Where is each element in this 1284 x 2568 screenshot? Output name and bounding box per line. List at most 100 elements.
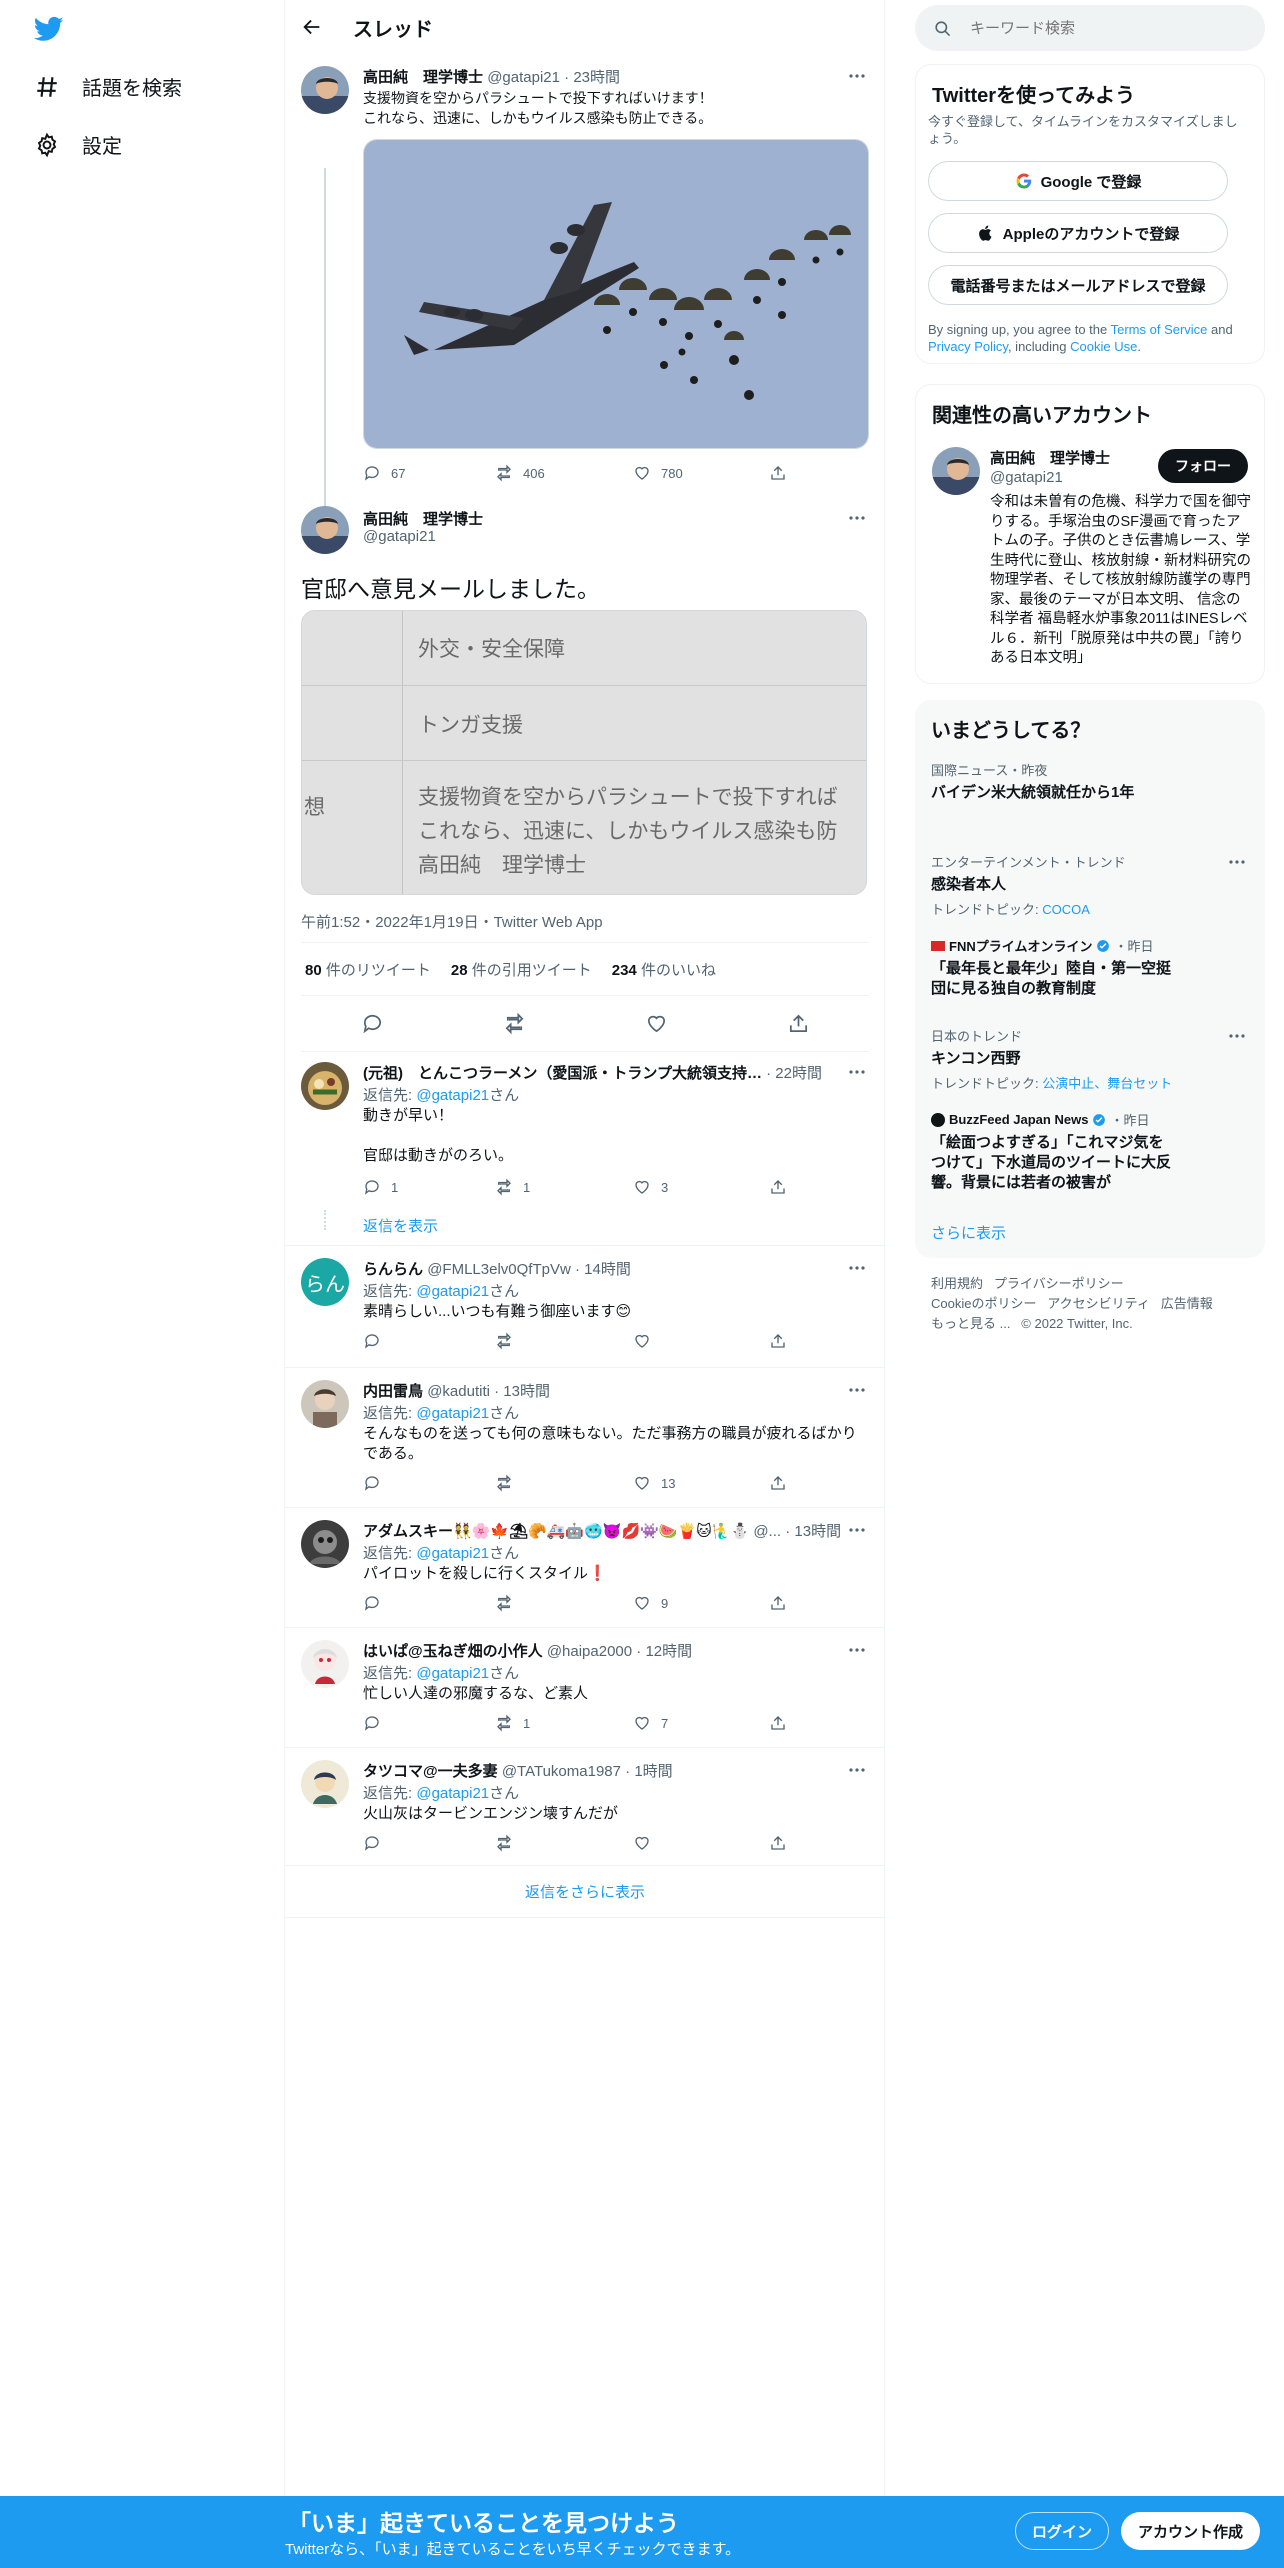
- retweet-button[interactable]: 406: [495, 464, 633, 482]
- footer-privacy-link[interactable]: プライバシーポリシー: [994, 1276, 1124, 1291]
- create-account-button[interactable]: アカウント作成: [1121, 2512, 1260, 2550]
- share-icon[interactable]: [787, 1012, 810, 1035]
- share-button[interactable]: [769, 1178, 787, 1196]
- share-button[interactable]: [769, 1594, 787, 1612]
- tweet-time[interactable]: 1時間: [634, 1763, 672, 1780]
- tweet-time[interactable]: 13時間: [503, 1383, 550, 1400]
- like-button[interactable]: 13: [633, 1474, 769, 1492]
- reply-button[interactable]: [363, 1714, 495, 1732]
- retweet-button[interactable]: [495, 1332, 633, 1350]
- more-icon[interactable]: [847, 1760, 867, 1780]
- apple-signup-button[interactable]: Appleのアカウントで登録: [928, 213, 1228, 253]
- avatar[interactable]: [301, 1760, 349, 1808]
- avatar[interactable]: [301, 1062, 349, 1110]
- author-name[interactable]: 内田雷鳥: [363, 1383, 423, 1400]
- author-handle[interactable]: @TATukoma1987: [502, 1763, 621, 1780]
- share-button[interactable]: [769, 1834, 787, 1852]
- show-more-replies-button[interactable]: 返信をさらに表示: [285, 1866, 885, 1918]
- more-icon[interactable]: [847, 1520, 867, 1540]
- google-signup-button[interactable]: Google で登録: [928, 161, 1228, 201]
- footer-more-link[interactable]: もっと見る ...: [931, 1316, 1010, 1331]
- tweet-photo-form-screenshot[interactable]: 外交・安全保障 トンガ支援 想 支援物資を空からパラシュートで投下すれば これな…: [301, 610, 867, 895]
- like-button[interactable]: 9: [633, 1594, 769, 1612]
- tweet-time[interactable]: 23時間: [573, 69, 620, 86]
- author-handle[interactable]: @...: [753, 1523, 781, 1540]
- mention-link[interactable]: @gatapi21: [416, 1283, 489, 1300]
- nav-explore[interactable]: 話題を検索: [34, 72, 182, 101]
- retweet-button[interactable]: [495, 1474, 633, 1492]
- avatar[interactable]: [301, 1640, 349, 1688]
- quote-stat[interactable]: 28 件の引用ツイート: [451, 959, 592, 980]
- like-button[interactable]: [633, 1332, 769, 1350]
- more-icon[interactable]: [847, 1062, 867, 1082]
- share-button[interactable]: [769, 1332, 787, 1350]
- reply-button[interactable]: [363, 1474, 495, 1492]
- share-button[interactable]: [769, 1714, 787, 1732]
- tweet-time[interactable]: 22時間: [775, 1065, 822, 1082]
- tweet-time[interactable]: 14時間: [584, 1261, 631, 1278]
- avatar[interactable]: [301, 1380, 349, 1428]
- author-handle[interactable]: @haipa2000: [547, 1643, 632, 1660]
- retweet-button[interactable]: 1: [495, 1714, 633, 1732]
- tweet-time[interactable]: 12時間: [645, 1643, 692, 1660]
- author-handle[interactable]: @kadutiti: [427, 1383, 490, 1400]
- like-button[interactable]: [633, 1834, 769, 1852]
- trend-item[interactable]: 日本のトレンド キンコン西野 トレンドトピック: 公演中止、舞台セット: [931, 1026, 1251, 1092]
- avatar[interactable]: [932, 447, 980, 495]
- retweet-button[interactable]: 1: [495, 1178, 633, 1196]
- reply-tweet[interactable]: タツコマ@一夫多妻 @TATukoma1987 · 1時間 返信先: @gata…: [285, 1748, 885, 1866]
- privacy-link[interactable]: Privacy Policy: [928, 339, 1008, 354]
- like-stat[interactable]: 234 件のいいね: [612, 959, 716, 980]
- mention-link[interactable]: @gatapi21: [416, 1087, 489, 1104]
- retweet-stat[interactable]: 80 件のリツイート: [305, 959, 431, 980]
- footer-accessibility-link[interactable]: アクセシビリティ: [1047, 1296, 1150, 1311]
- like-button[interactable]: 780: [633, 464, 769, 482]
- author-name[interactable]: 高田純 理学博士: [363, 508, 483, 529]
- reply-icon[interactable]: [361, 1012, 384, 1035]
- show-more-trends-link[interactable]: さらに表示: [931, 1222, 1006, 1243]
- more-icon[interactable]: [1227, 852, 1247, 872]
- avatar[interactable]: らん: [301, 1258, 349, 1306]
- footer-terms-link[interactable]: 利用規約: [931, 1276, 983, 1291]
- follow-button[interactable]: フォロー: [1158, 449, 1248, 483]
- more-icon[interactable]: [847, 508, 867, 528]
- more-icon[interactable]: [847, 1640, 867, 1660]
- author-name[interactable]: はいぱ@玉ねぎ畑の小作人: [363, 1643, 543, 1660]
- author-name[interactable]: アダムスキー👯🌸🍁⛱🥐🚑🤖🥶👿💋👾🍉🍟🐱🧜‍♂️⛄: [363, 1523, 749, 1540]
- reply-button[interactable]: [363, 1834, 495, 1852]
- author-name[interactable]: (元祖) とんこつラーメン（愛国派・トランプ大統領支持…: [363, 1065, 762, 1082]
- author-handle[interactable]: @gatapi21: [363, 528, 436, 545]
- footer-cookie-link[interactable]: Cookieのポリシー: [931, 1296, 1036, 1311]
- trend-item[interactable]: エンターテインメント・トレンド 感染者本人 トレンドトピック: COCOA: [931, 852, 1251, 918]
- tweet-timestamp[interactable]: 午前1:52・2022年1月19日・Twitter Web App: [301, 911, 603, 932]
- search-input[interactable]: [970, 19, 1230, 37]
- cookie-link[interactable]: Cookie Use: [1070, 339, 1137, 354]
- more-icon[interactable]: [1227, 1026, 1247, 1046]
- show-replies-link[interactable]: 返信を表示: [363, 1215, 438, 1236]
- retweet-button[interactable]: [495, 1594, 633, 1612]
- avatar[interactable]: [301, 66, 349, 114]
- login-button[interactable]: ログイン: [1015, 2512, 1109, 2550]
- share-button[interactable]: [769, 464, 787, 482]
- related-account-handle[interactable]: @gatapi21: [990, 469, 1063, 486]
- like-button[interactable]: 7: [633, 1714, 769, 1732]
- reply-tweet[interactable]: 内田雷鳥 @kadutiti · 13時間 返信先: @gatapi21さん そ…: [285, 1368, 885, 1508]
- nav-settings[interactable]: 設定: [34, 130, 122, 159]
- reply-tweet[interactable]: (元祖) とんこつラーメン（愛国派・トランプ大統領支持… · 22時間 返信先:…: [285, 1050, 885, 1246]
- reply-tweet[interactable]: はいぱ@玉ねぎ畑の小作人 @haipa2000 · 12時間 返信先: @gat…: [285, 1628, 885, 1748]
- reply-tweet[interactable]: アダムスキー👯🌸🍁⛱🥐🚑🤖🥶👿💋👾🍉🍟🐱🧜‍♂️⛄ @... · 13時間 返信…: [285, 1508, 885, 1628]
- author-name[interactable]: らんらん: [363, 1261, 423, 1278]
- author-name[interactable]: タツコマ@一夫多妻: [363, 1763, 498, 1780]
- more-icon[interactable]: [847, 1258, 867, 1278]
- twitter-logo-icon[interactable]: [32, 14, 66, 44]
- back-arrow-icon[interactable]: [301, 16, 323, 38]
- trend-item[interactable]: FNNプライムオンライン ・昨日 「最年長と最年少」陸自・第一空挺団に見る独自の…: [931, 936, 1251, 999]
- search-box[interactable]: [915, 5, 1265, 51]
- related-account-name[interactable]: 高田純 理学博士: [990, 447, 1110, 468]
- terms-link[interactable]: Terms of Service: [1111, 322, 1208, 337]
- tweet-time[interactable]: 13時間: [794, 1523, 841, 1540]
- reply-button[interactable]: 1: [363, 1178, 495, 1196]
- mention-link[interactable]: @gatapi21: [416, 1545, 489, 1562]
- tweet-photo-airdrop[interactable]: [363, 139, 869, 449]
- heart-icon[interactable]: [645, 1012, 668, 1035]
